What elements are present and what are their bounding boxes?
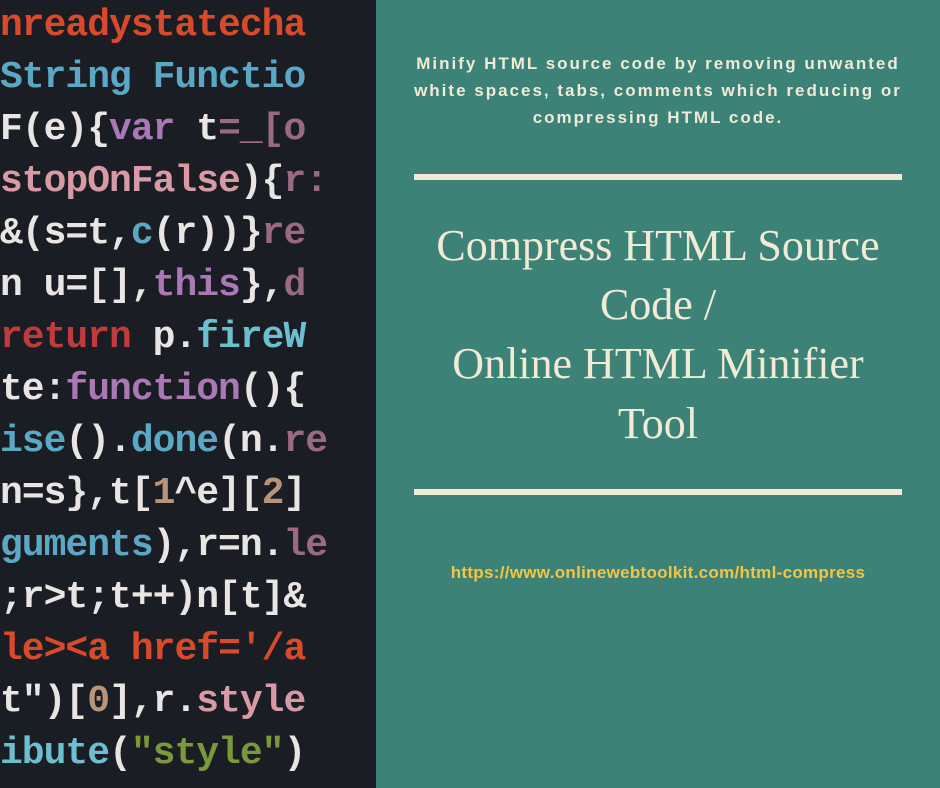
- code-token: re: [283, 420, 327, 463]
- code-token: ]: [283, 472, 305, 515]
- code-line: stopOnFalse){r:: [0, 156, 376, 208]
- code-token: fireW: [196, 316, 305, 359]
- code-token: ),r=n.: [153, 524, 284, 567]
- code-token: le>: [0, 628, 65, 671]
- code-token: ;r>t;t++)n[t]&: [0, 576, 305, 619]
- code-line: &(s=t,c(r))}re: [0, 208, 376, 260]
- code-token: 0: [87, 680, 109, 723]
- code-token: s: [44, 212, 66, 255]
- code-token: ],r.: [109, 680, 196, 723]
- code-line: nreadystatecha: [0, 0, 376, 52]
- code-token: (){: [240, 368, 305, 411]
- divider-bottom: [414, 489, 902, 495]
- code-line: String Functio: [0, 52, 376, 104]
- code-token: ().: [65, 420, 130, 463]
- code-token: t")[: [0, 680, 87, 723]
- code-line: ;r>t;t++)n[t]&: [0, 572, 376, 624]
- code-token: String Functio: [0, 56, 305, 99]
- code-token: (: [109, 732, 131, 775]
- panel-subtitle: Minify HTML source code by removing unwa…: [414, 50, 902, 132]
- code-line: n=s},t[1^e][2]: [0, 468, 376, 520]
- code-token: F: [0, 108, 22, 151]
- code-token: done: [131, 420, 218, 463]
- code-token: (e){: [22, 108, 109, 151]
- code-token: return: [0, 316, 131, 359]
- code-token: guments: [0, 524, 153, 567]
- code-token: this: [153, 264, 240, 307]
- code-line: return p.fireW: [0, 312, 376, 364]
- code-token: 2: [262, 472, 284, 515]
- code-token: re: [262, 212, 306, 255]
- code-token: (r))}: [153, 212, 262, 255]
- panel-url: https://www.onlinewebtoolkit.com/html-co…: [451, 563, 866, 583]
- code-token: ){: [240, 160, 284, 203]
- code-token: href: [131, 628, 218, 671]
- code-token: =_[o: [218, 108, 305, 151]
- code-line: ise().done(n.re: [0, 416, 376, 468]
- code-line: t")[0],r.style: [0, 676, 376, 728]
- code-token: ): [283, 732, 305, 775]
- code-line: ibute("style"): [0, 728, 376, 780]
- info-panel: Minify HTML source code by removing unwa…: [376, 0, 940, 788]
- code-line: guments),r=n.le: [0, 520, 376, 572]
- code-line: F(e){var t=_[o: [0, 104, 376, 156]
- code-line: n u=[],this},d: [0, 260, 376, 312]
- code-token: style: [196, 680, 305, 723]
- code-token: nreadystatecha: [0, 4, 305, 47]
- code-token: ^e][: [174, 472, 261, 515]
- divider-top: [414, 174, 902, 180]
- code-token: le: [283, 524, 327, 567]
- code-token: =[],: [65, 264, 152, 307]
- code-token: p.: [131, 316, 196, 359]
- code-token: te: [0, 368, 44, 411]
- code-token: t: [174, 108, 218, 151]
- code-token: c: [131, 212, 153, 255]
- code-token: n: [0, 472, 22, 515]
- code-token: :: [44, 368, 66, 411]
- code-token: 1: [153, 472, 175, 515]
- code-token: stopOnFalse: [0, 160, 240, 203]
- code-token: =t,: [65, 212, 130, 255]
- code-token: ibute: [0, 732, 109, 775]
- code-token: d: [283, 264, 305, 307]
- code-line: le><a href='/a: [0, 624, 376, 676]
- code-token: r:: [283, 160, 327, 203]
- code-token: &(: [0, 212, 44, 255]
- code-token: =s},t[: [22, 472, 153, 515]
- code-token: n: [0, 264, 44, 307]
- code-token: function: [65, 368, 239, 411]
- code-token: ='/a: [218, 628, 305, 671]
- code-token: u: [44, 264, 66, 307]
- title-line-2: Online HTML Minifier Tool: [452, 339, 863, 447]
- code-token: (n.: [218, 420, 283, 463]
- panel-title: Compress HTML Source Code / Online HTML …: [414, 216, 902, 454]
- code-background: nreadystatechaString Functio F(e){var t=…: [0, 0, 376, 788]
- code-token: "style": [131, 732, 284, 775]
- code-token: <a: [65, 628, 130, 671]
- code-token: ise: [0, 420, 65, 463]
- code-token: var: [109, 108, 174, 151]
- title-line-1: Compress HTML Source Code /: [436, 221, 879, 329]
- code-line: te:function(){: [0, 364, 376, 416]
- code-token: },: [240, 264, 284, 307]
